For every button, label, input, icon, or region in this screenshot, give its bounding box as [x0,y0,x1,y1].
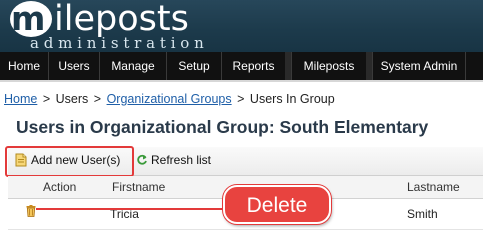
callout-pointer-line [36,208,232,210]
refresh-icon [137,154,147,165]
delete-trash-icon[interactable] [26,205,36,217]
breadcrumb: Home > Users > Organizational Groups > U… [4,92,335,106]
column-header-action[interactable]: Action [43,180,76,194]
content-divider [0,80,483,82]
breadcrumb-current: Users In Group [249,92,335,106]
breadcrumb-org-groups[interactable]: Organizational Groups [107,92,232,106]
cell-lastname: Smith [407,207,438,221]
nav-mileposts[interactable]: Mileposts [291,52,367,80]
refresh-list-button[interactable]: Refresh list [136,153,211,167]
nav-setup[interactable]: Setup [167,52,222,80]
breadcrumb-separator: > [42,92,51,106]
delete-callout: Delete [223,185,331,224]
column-header-firstname[interactable]: Firstname [112,180,165,194]
breadcrumb-users[interactable]: Users [56,92,89,106]
nav-reports[interactable]: Reports [222,52,286,80]
main-nav: Home Users Manage Setup Reports Milepost… [0,52,483,80]
nav-users[interactable]: Users [49,52,100,80]
nav-system-admin[interactable]: System Admin [372,52,466,80]
breadcrumb-home[interactable]: Home [4,92,37,106]
logo-first-letter: m [11,0,46,38]
nav-manage[interactable]: Manage [100,52,167,80]
breadcrumb-separator: > [93,92,102,106]
column-header-lastname[interactable]: Lastname [407,180,460,194]
nav-home[interactable]: Home [0,52,49,80]
breadcrumb-separator: > [237,92,245,106]
logo-subtitle: administration [30,34,209,52]
page-title: Users in Organizational Group: South Ele… [16,117,429,137]
refresh-list-label: Refresh list [151,153,212,167]
add-button-highlight [5,146,134,177]
logo-m-circle: m [10,1,52,37]
app-header: m ileposts administration [0,0,483,52]
